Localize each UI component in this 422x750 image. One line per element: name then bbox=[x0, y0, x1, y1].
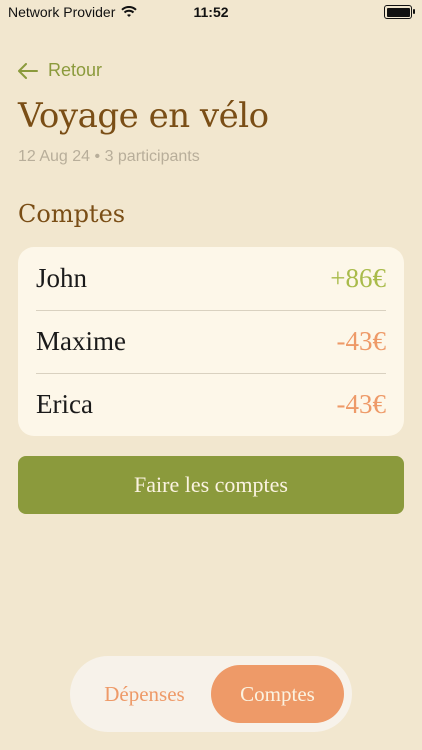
account-row-erica[interactable]: Erica -43€ bbox=[18, 373, 404, 436]
account-amount: +86€ bbox=[330, 263, 386, 293]
accounts-card: John +86€ Maxime -43€ Erica -43€ bbox=[18, 247, 404, 436]
account-row-maxime[interactable]: Maxime -43€ bbox=[18, 310, 404, 373]
status-left: Network Provider bbox=[0, 4, 138, 20]
account-amount: -43€ bbox=[336, 389, 387, 419]
account-row-john[interactable]: John +86€ bbox=[18, 247, 404, 310]
back-button[interactable]: Retour bbox=[18, 60, 102, 81]
settle-accounts-button[interactable]: Faire les comptes bbox=[18, 456, 404, 514]
status-bar: Network Provider 11:52 bbox=[0, 0, 422, 24]
tab-bar: Dépenses Comptes bbox=[70, 656, 352, 732]
account-name: Maxime bbox=[36, 326, 126, 356]
page-subtitle: 12 Aug 24 • 3 participants bbox=[18, 148, 200, 165]
account-name: Erica bbox=[36, 389, 93, 419]
tab-comptes[interactable]: Comptes bbox=[211, 665, 344, 723]
carrier-label: Network Provider bbox=[8, 4, 116, 20]
account-amount: -43€ bbox=[336, 326, 387, 356]
battery-icon bbox=[384, 5, 415, 19]
arrow-left-icon bbox=[18, 62, 38, 79]
wifi-icon bbox=[121, 6, 138, 18]
section-title-comptes: Comptes bbox=[18, 200, 126, 228]
page-title: Voyage en vélo bbox=[18, 96, 269, 136]
tab-depenses[interactable]: Dépenses bbox=[78, 665, 211, 723]
back-label: Retour bbox=[48, 60, 103, 80]
account-name: John bbox=[36, 263, 88, 293]
status-time: 11:52 bbox=[193, 4, 229, 20]
